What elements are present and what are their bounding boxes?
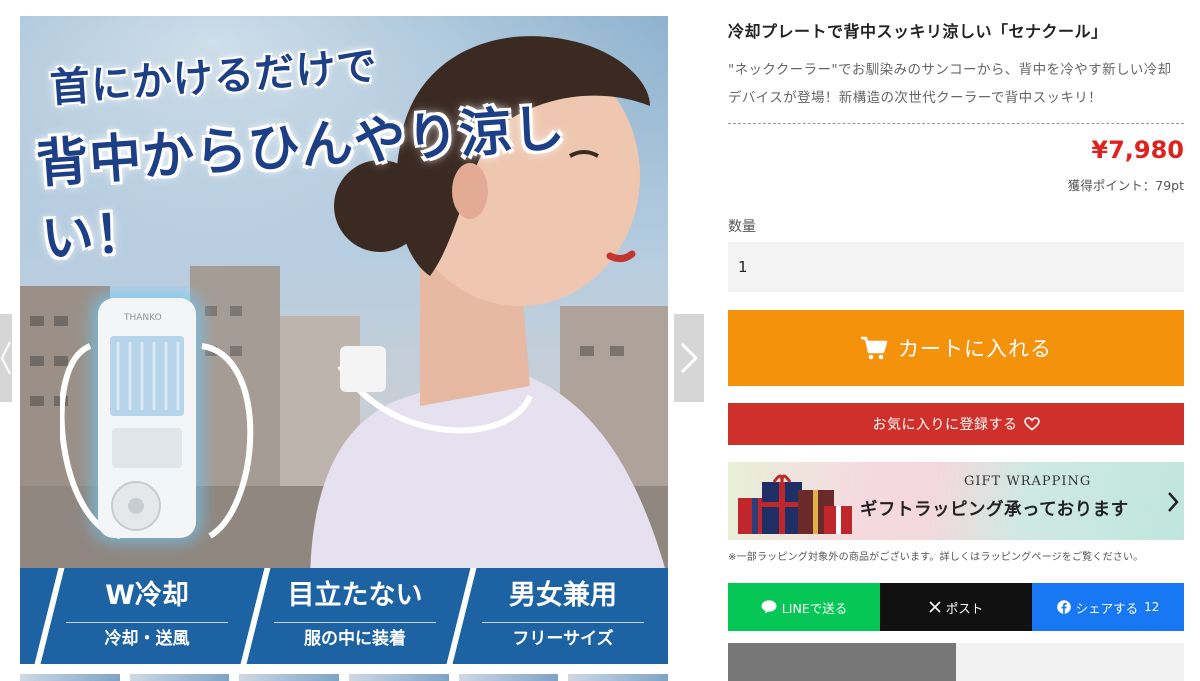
feature-title: 目立たない (287, 580, 423, 611)
product-title: 冷却プレートで背中スッキリ涼しい「セナクール」 (728, 22, 1108, 41)
feature-double-cooling: W冷却 冷却・送風 (52, 576, 242, 656)
thumbnail-strip (20, 674, 669, 681)
thumbnail[interactable] (129, 674, 230, 681)
share-x-button[interactable]: ポスト (880, 583, 1032, 631)
feature-subtitle: 服の中に装着 (274, 622, 436, 653)
share-line-button[interactable]: LINEで送る (728, 583, 880, 631)
thumbnail[interactable] (20, 674, 120, 681)
chevron-left-icon (0, 341, 11, 375)
line-icon (761, 600, 777, 614)
add-to-cart-label: カートに入れる (898, 338, 1052, 361)
product-main-image[interactable]: 首にかけるだけで 背中からひんやり涼しい！ THANKO W冷却 冷却・送風 目… (20, 16, 668, 664)
share-facebook-count: 12 (1144, 600, 1160, 614)
share-facebook-button[interactable]: シェアする 12 (1032, 583, 1184, 631)
facebook-icon (1056, 600, 1071, 614)
feature-subtitle: 冷却・送風 (66, 622, 228, 653)
quantity-input[interactable] (728, 242, 1184, 292)
share-facebook-label: シェアする (1075, 600, 1139, 616)
feature-unisex: 男女兼用 フリーサイズ (468, 576, 658, 656)
thumbnail[interactable] (239, 674, 340, 681)
thumbnail[interactable] (349, 674, 449, 681)
gift-wrapping-note: ※一部ラッピング対象外の商品がございます。詳しくはラッピングページをご覧ください… (728, 552, 1144, 563)
product-gallery: 首にかけるだけで 背中からひんやり涼しい！ THANKO W冷却 冷却・送風 目… (0, 0, 706, 681)
tab-reviews[interactable] (956, 643, 1184, 681)
add-to-favorites-button[interactable]: お気に入りに登録する (728, 403, 1184, 445)
chevron-right-icon (680, 342, 699, 374)
tab-specifications[interactable] (728, 643, 956, 681)
reward-points: 獲得ポイント：79pt (1067, 178, 1184, 193)
quantity-label: 数量 (728, 219, 756, 235)
feature-subtitle: フリーサイズ (482, 622, 644, 653)
share-buttons: LINEで送る ポスト シェアする 12 (728, 583, 1184, 631)
product-detail-tabs (728, 643, 1184, 681)
x-logo-icon (929, 601, 941, 613)
cooling-device-illustration: THANKO (60, 292, 254, 542)
share-line-label: LINEで送る (781, 600, 848, 616)
heart-icon (1023, 417, 1040, 431)
hero-headline: 首にかけるだけで 背中からひんやり涼しい！ (34, 43, 664, 272)
gift-boxes-icon (738, 474, 852, 534)
gallery-prev-button[interactable] (0, 314, 12, 402)
device-brand-text: THANKO (123, 313, 162, 323)
product-description: "ネッククーラー"でお馴染みのサンコーから、背中を冷やす新しい冷却デバイスが登場… (728, 62, 1172, 106)
chevron-right-icon (1168, 492, 1179, 512)
thumbnail[interactable] (458, 674, 559, 681)
feature-inconspicuous: 目立たない 服の中に装着 (260, 576, 450, 656)
gift-wrapping-banner[interactable]: GIFT WRAPPING ギフトラッピング承っております (728, 462, 1184, 540)
gift-title-en: GIFT WRAPPING (964, 474, 1092, 489)
feature-title: W冷却 (105, 580, 189, 611)
gallery-next-button[interactable] (674, 314, 704, 402)
favorite-label: お気に入りに登録する (872, 416, 1018, 432)
add-to-cart-button[interactable]: カートに入れる (728, 310, 1184, 386)
feature-title: 男女兼用 (509, 580, 617, 611)
thumbnail[interactable] (568, 674, 669, 681)
cart-icon (861, 336, 888, 360)
share-x-label: ポスト (945, 600, 984, 616)
gift-title-ja: ギフトラッピング承っております (860, 500, 1129, 520)
feature-band: W冷却 冷却・送風 目立たない 服の中に装着 男女兼用 フリーサイズ (20, 568, 668, 664)
divider (728, 123, 1184, 124)
product-price: ¥7,980 (1091, 136, 1184, 164)
product-info-panel: 冷却プレートで背中スッキリ涼しい「セナクール」 "ネッククーラー"でお馴染みのサ… (728, 0, 1184, 681)
